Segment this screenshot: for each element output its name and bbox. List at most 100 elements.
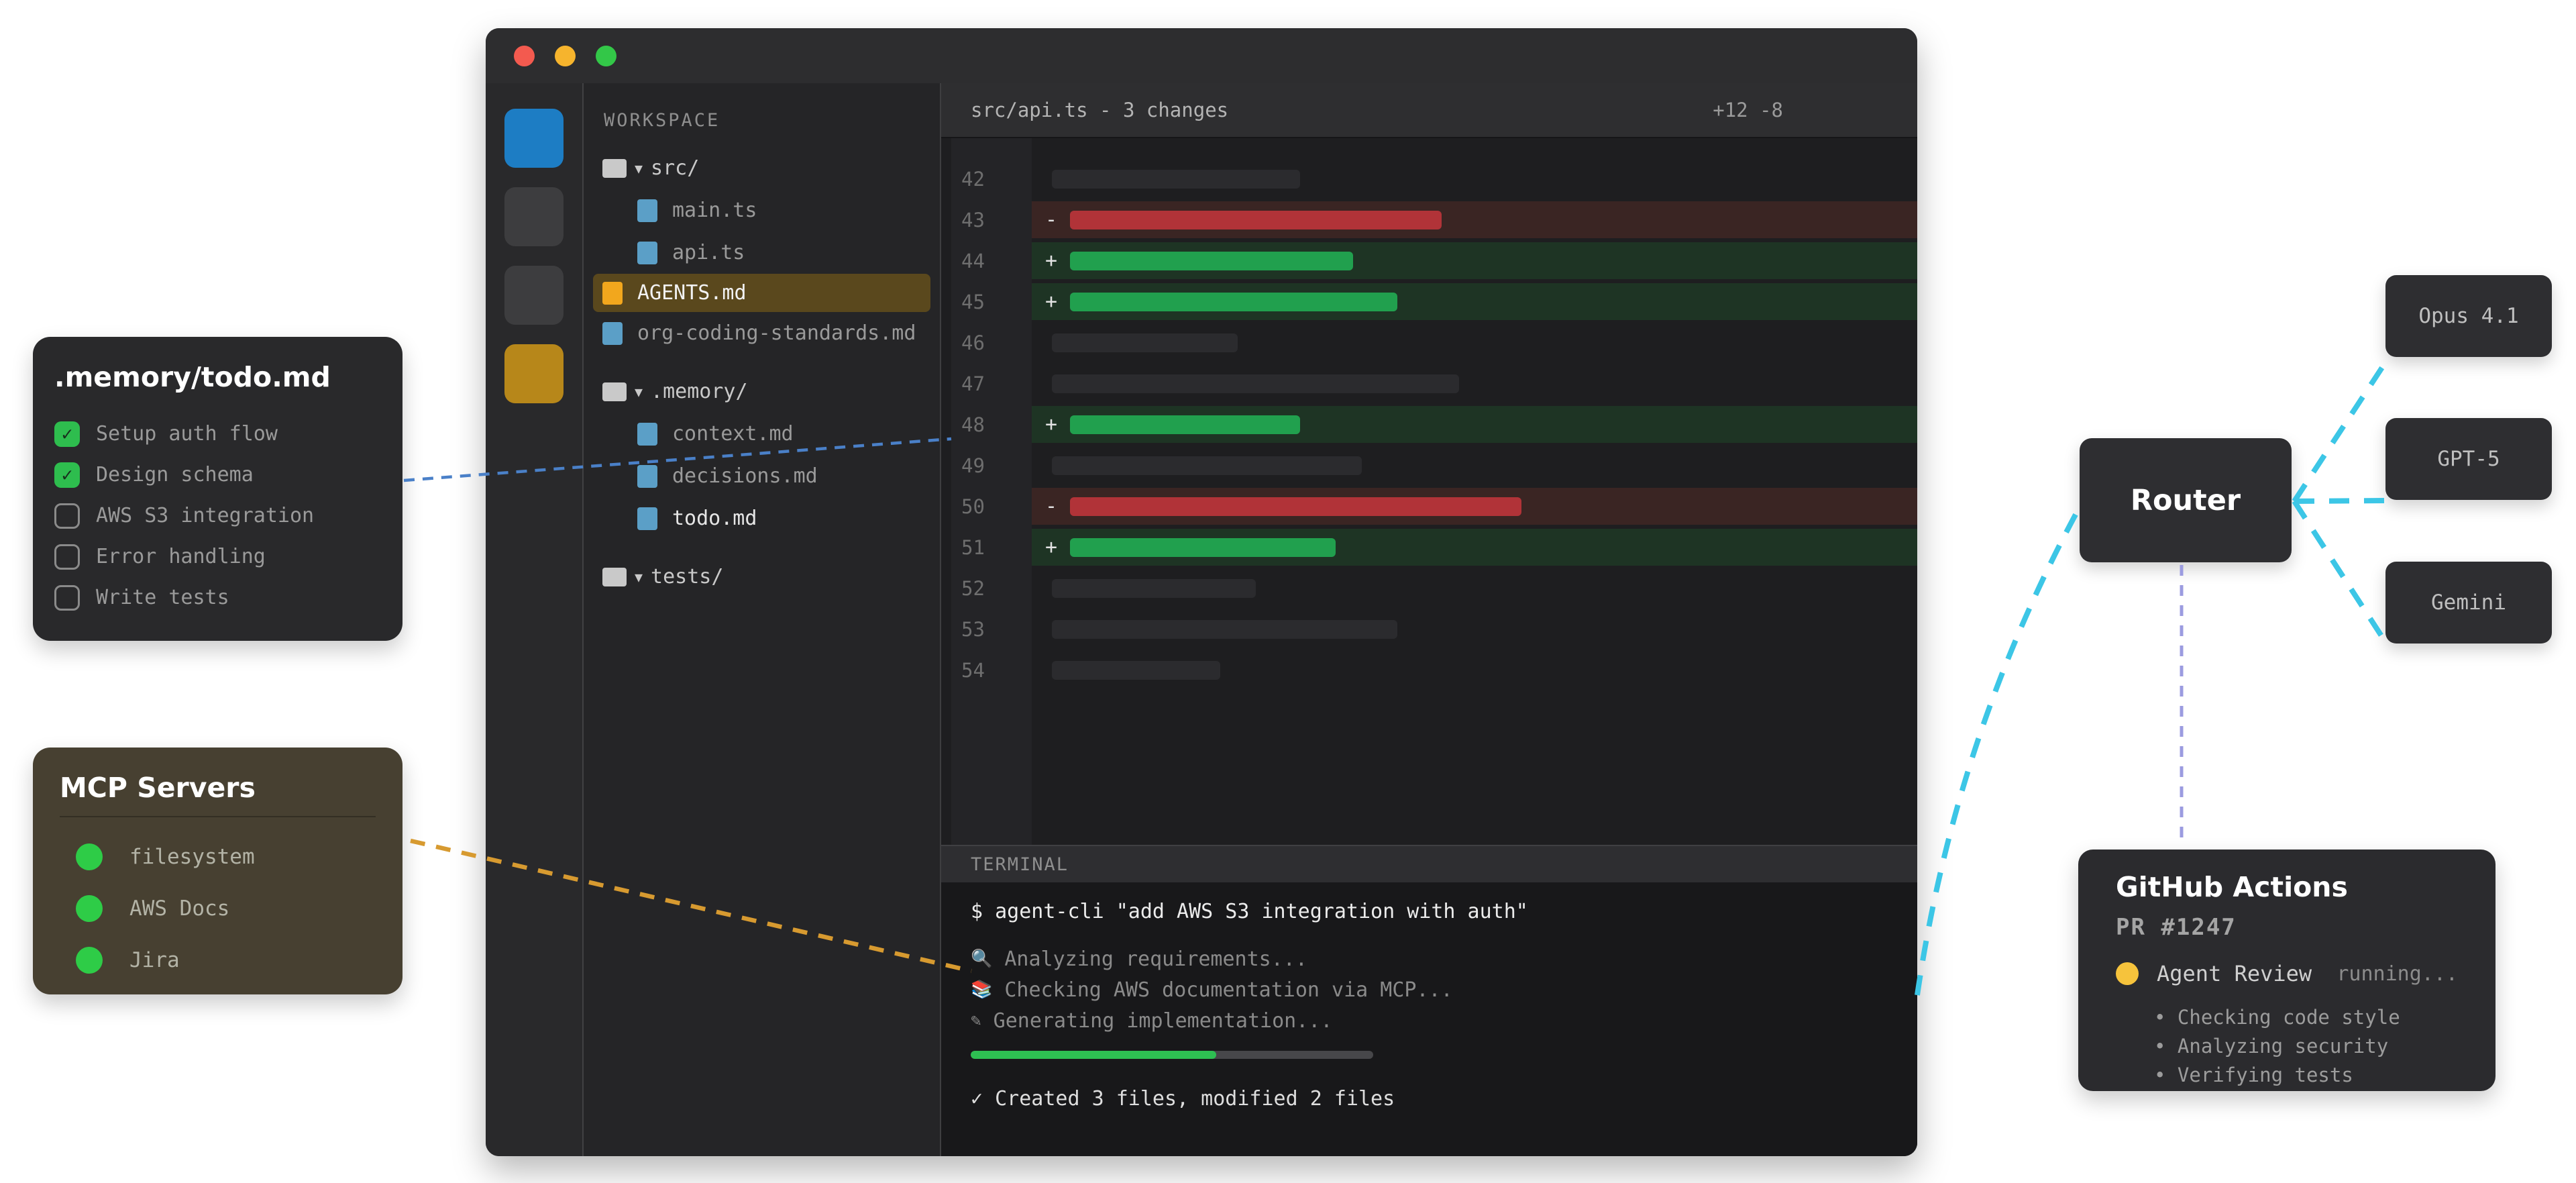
todo-item-setup-auth-flow: ✓ Setup auth flow [54, 413, 381, 454]
code-bar [1052, 620, 1397, 639]
diff-stats: +12 -8 [1713, 99, 1888, 121]
tree-gap [584, 354, 940, 370]
connector-router-to-gemini [2294, 501, 2387, 644]
diff-row: 42 [941, 158, 1917, 199]
todo-label: Write tests [96, 586, 229, 609]
line-number: 44 [941, 240, 1032, 281]
plus-sign: + [1041, 413, 1061, 436]
job-status: running... [2337, 962, 2458, 986]
chevron-down-icon: ▼ [635, 569, 643, 585]
magnifier-icon: 🔍 [971, 949, 992, 969]
check-icon: ✓ [62, 464, 73, 486]
checkbox-unchecked[interactable]: ✓ [54, 503, 80, 529]
activity-button-2[interactable] [504, 187, 564, 246]
checkbox-unchecked[interactable]: ✓ [54, 544, 80, 570]
model-label: Gemini [2431, 590, 2506, 615]
minimize-button[interactable] [555, 46, 576, 66]
activity-button-agents[interactable] [504, 344, 564, 403]
checkbox-checked[interactable]: ✓ [54, 462, 80, 488]
line-number: 54 [941, 650, 1032, 690]
tree-item-todo-md[interactable]: todo.md [584, 497, 940, 539]
pr-number: PR #1247 [2116, 914, 2458, 941]
folder-label: .memory/ [651, 380, 748, 403]
progress-fill [971, 1051, 1216, 1059]
code-bar [1052, 333, 1238, 352]
file-tree: ▼ src/ main.ts api.ts AGENTS.md or [584, 147, 940, 598]
terminal-panel: TERMINAL $ agent-cli "add AWS S3 integra… [941, 845, 1917, 1156]
plus-sign: + [1041, 290, 1061, 313]
diff-row: 46 [941, 322, 1917, 363]
server-name: Jira [129, 948, 180, 972]
server-name: AWS Docs [129, 896, 229, 921]
line-number: 42 [941, 158, 1032, 199]
books-icon: 📚 [971, 980, 992, 1000]
check-item-code-style: • Checking code style [2154, 1002, 2458, 1031]
progress-bar [971, 1051, 1373, 1059]
file-label: AGENTS.md [637, 281, 747, 305]
editor-window: WORKSPACE ▼ src/ main.ts api.ts AGEN [486, 28, 1917, 1156]
todo-callout-title: .memory/todo.md [54, 361, 381, 393]
folder-icon [602, 568, 627, 586]
line-number: 46 [941, 322, 1032, 363]
router-label: Router [2131, 484, 2241, 517]
todo-item-design-schema: ✓ Design schema [54, 454, 381, 495]
check-icon: ✓ [62, 423, 73, 445]
plus-sign: + [1041, 249, 1061, 272]
code-bar [1070, 211, 1442, 229]
mcp-server-jira: Jira [76, 934, 376, 986]
status-dot-online [76, 843, 103, 870]
sidebar-file-explorer: WORKSPACE ▼ src/ main.ts api.ts AGEN [584, 83, 941, 1156]
minus-sign: - [1041, 208, 1061, 232]
diff-view: 42 43 - 44 + 45 + 46 [941, 138, 1917, 845]
check-item-tests: • Verifying tests [2154, 1060, 2458, 1089]
chevron-down-icon: ▼ [635, 384, 643, 400]
mcp-server-filesystem: filesystem [76, 831, 376, 882]
code-bar [1070, 538, 1336, 557]
terminal-output[interactable]: $ agent-cli "add AWS S3 integration with… [941, 882, 1917, 1156]
fullscreen-button[interactable] [596, 46, 616, 66]
mcp-callout-title: MCP Servers [60, 772, 376, 804]
activity-button-explorer[interactable] [504, 109, 564, 168]
file-label: main.ts [672, 199, 757, 222]
todo-item-write-tests: ✓ Write tests [54, 577, 381, 618]
open-file-title[interactable]: src/api.ts - 3 changes [971, 99, 1228, 121]
diff-row: 53 [941, 609, 1917, 650]
tree-item-org-coding-standards-md[interactable]: org-coding-standards.md [584, 312, 940, 354]
status-dot-online [76, 895, 103, 922]
line-number: 52 [941, 568, 1032, 609]
file-icon [637, 199, 657, 222]
todo-item-error-handling: ✓ Error handling [54, 536, 381, 577]
agent-review-job: Agent Review running... [2116, 961, 2458, 986]
activity-button-3[interactable] [504, 266, 564, 325]
checkbox-unchecked[interactable]: ✓ [54, 585, 80, 611]
tree-item-memory[interactable]: ▼ .memory/ [584, 370, 940, 413]
pencil-icon: ✎ [971, 1011, 981, 1031]
file-label: org-coding-standards.md [637, 321, 916, 345]
connector-router-to-terminal [1917, 505, 2081, 995]
folder-icon [602, 159, 627, 178]
model-node-gemini: Gemini [2385, 562, 2552, 644]
workspace-header: WORKSPACE [604, 110, 940, 131]
tree-item-agents-md[interactable]: AGENTS.md [593, 274, 930, 312]
tree-item-decisions-md[interactable]: decisions.md [584, 455, 940, 497]
todo-label: Setup auth flow [96, 422, 278, 446]
file-icon [637, 507, 657, 530]
diff-row: 52 [941, 568, 1917, 609]
file-icon [602, 282, 623, 305]
tree-item-api-ts[interactable]: api.ts [584, 232, 940, 274]
line-number: 53 [941, 609, 1032, 650]
tree-item-context-md[interactable]: context.md [584, 413, 940, 455]
close-button[interactable] [514, 46, 535, 66]
tree-item-main-ts[interactable]: main.ts [584, 189, 940, 232]
tree-item-src[interactable]: ▼ src/ [584, 147, 940, 189]
github-actions-card: GitHub Actions PR #1247 Agent Review run… [2078, 850, 2496, 1091]
file-label: api.ts [672, 241, 745, 264]
checkbox-checked[interactable]: ✓ [54, 421, 80, 447]
tree-item-tests[interactable]: ▼ tests/ [584, 556, 940, 598]
file-icon [637, 465, 657, 488]
code-bar [1070, 415, 1300, 434]
terminal-step: ✎ Generating implementation... [971, 1005, 1888, 1036]
code-bar [1052, 579, 1256, 598]
line-number: 45 [941, 281, 1032, 322]
code-bar [1052, 661, 1220, 680]
